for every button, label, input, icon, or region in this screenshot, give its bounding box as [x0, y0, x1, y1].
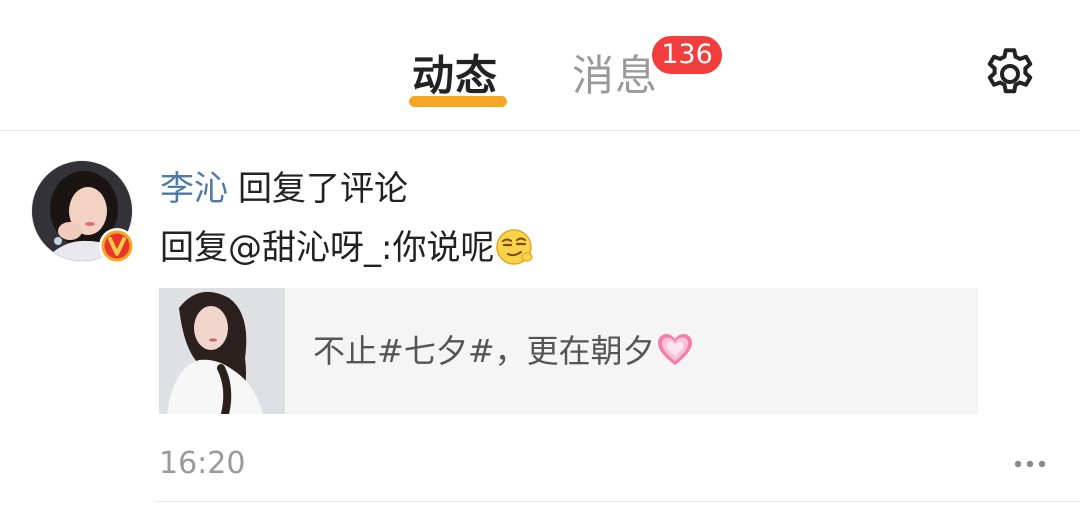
- post-thumbnail-image: [159, 288, 285, 414]
- quoted-post-text: 不止#七夕#，更在朝夕: [313, 332, 655, 370]
- post-thumbnail: [159, 288, 285, 414]
- reply-text: 回复@甜沁呀_:你说呢: [160, 228, 495, 268]
- feed-divider: [155, 501, 1080, 502]
- more-dots-icon[interactable]: [1010, 452, 1050, 476]
- active-tab-indicator: [409, 96, 507, 107]
- messages-count-badge: 136: [650, 34, 724, 76]
- quoted-post-text-line: 不止#七夕#，更在朝夕: [313, 328, 695, 374]
- reply-text-line: 回复@甜沁呀_:你说呢: [160, 225, 534, 271]
- app-screen: 动态 消息 136 李沁 回复了评论 回复@甜沁呀_:你说呢 不止#七夕#，更在…: [0, 0, 1080, 508]
- pink-heart-icon: [657, 334, 692, 365]
- smug-face-icon: [496, 229, 534, 265]
- timestamp: 16:20: [159, 446, 246, 481]
- verified-v-icon: [99, 228, 135, 264]
- activity-headline: 李沁 回复了评论: [160, 166, 408, 212]
- username-link[interactable]: 李沁: [160, 169, 228, 209]
- tab-messages[interactable]: 消息: [572, 50, 658, 102]
- tab-dynamic[interactable]: 动态: [412, 50, 498, 102]
- quoted-post-card[interactable]: 不止#七夕#，更在朝夕: [159, 288, 978, 414]
- top-bar: 动态 消息 136: [0, 0, 1080, 131]
- gear-icon[interactable]: [980, 44, 1040, 104]
- activity-action: 回复了评论: [238, 169, 408, 209]
